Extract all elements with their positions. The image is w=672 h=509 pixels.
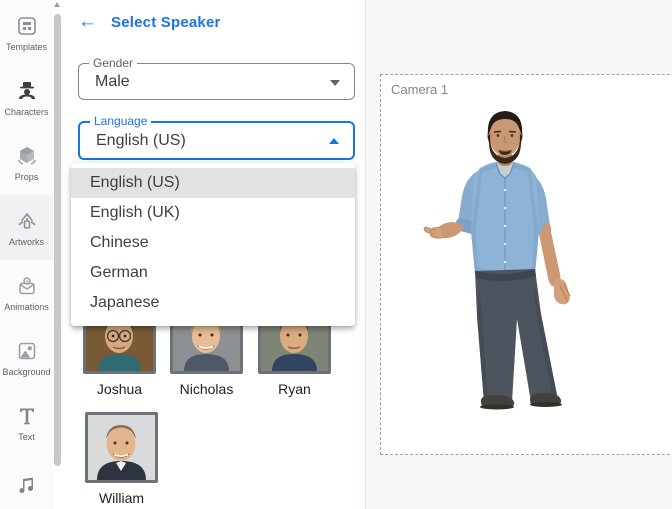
camera-stage[interactable]: Camera 1	[380, 74, 672, 455]
sidebar-item-label: Props	[14, 172, 39, 182]
animations-icon	[14, 273, 40, 299]
sidebar-item-props[interactable]: Props	[0, 130, 53, 195]
music-icon	[14, 473, 40, 499]
text-icon	[14, 403, 40, 429]
panel-header: ← Select Speaker	[78, 12, 221, 32]
speaker-name: William	[98, 490, 145, 506]
chevron-up-icon	[329, 138, 339, 144]
sidebar-item-label: Characters	[4, 107, 49, 117]
language-select-label: Language	[90, 114, 152, 128]
language-option-english-uk[interactable]: English (UK)	[71, 198, 355, 228]
scroll-up-arrow-icon[interactable]	[54, 2, 60, 7]
sidebar-item-artworks[interactable]: Artworks	[0, 195, 53, 260]
panel-title: Select Speaker	[111, 13, 221, 31]
speaker-photo	[85, 412, 158, 483]
language-option-japanese[interactable]: Japanese	[71, 288, 355, 318]
sidebar-item-label: Text	[18, 432, 35, 442]
chevron-down-icon	[330, 80, 340, 86]
sidebar-item-templates[interactable]: Templates	[0, 0, 53, 65]
sidebar-item-label: Artworks	[8, 237, 44, 247]
select-speaker-panel: ← Select Speaker Gender Male Language En…	[62, 0, 366, 509]
sidebar-item-background[interactable]: Background	[0, 325, 53, 390]
gender-select-label: Gender	[89, 56, 138, 70]
speaker-name: Ryan	[278, 381, 311, 397]
sidebar-item-label: Templates	[5, 42, 48, 52]
language-option-english-us[interactable]: English (US)	[71, 168, 355, 198]
sidebar-item-characters[interactable]: Characters	[0, 65, 53, 130]
sidebar-item-music[interactable]	[0, 455, 53, 509]
props-icon	[14, 143, 40, 169]
language-select[interactable]: Language English (US)	[78, 114, 355, 160]
speaker-name: Nicholas	[179, 381, 234, 397]
tool-sidebar: Templates Characters Props Artworks Anim…	[0, 0, 53, 509]
gender-select[interactable]: Gender Male	[78, 56, 355, 100]
speaker-card-william[interactable]: William	[85, 412, 158, 506]
language-option-chinese[interactable]: Chinese	[71, 228, 355, 258]
language-select-value: English (US)	[96, 131, 186, 149]
back-arrow-icon[interactable]: ←	[78, 12, 97, 32]
background-icon	[14, 338, 40, 364]
artworks-icon	[14, 208, 40, 234]
language-dropdown-menu: English (US) English (UK) Chinese German…	[71, 163, 355, 326]
avatar-character[interactable]	[420, 106, 590, 438]
sidebar-item-animations[interactable]: Animations	[0, 260, 53, 325]
sidebar-item-text[interactable]: Text	[0, 390, 53, 455]
sidebar-item-label: Animations	[4, 302, 49, 312]
characters-icon	[14, 78, 40, 104]
sidebar-scrollbar	[53, 0, 62, 509]
scrollbar-thumb[interactable]	[54, 14, 61, 466]
language-option-german[interactable]: German	[71, 258, 355, 288]
camera-label: Camera 1	[391, 82, 449, 97]
sidebar-item-label: Background	[2, 367, 51, 377]
editor-canvas: Camera 1	[366, 0, 672, 509]
speaker-name: Joshua	[96, 381, 143, 397]
templates-icon	[14, 13, 40, 39]
gender-select-value: Male	[95, 72, 130, 90]
